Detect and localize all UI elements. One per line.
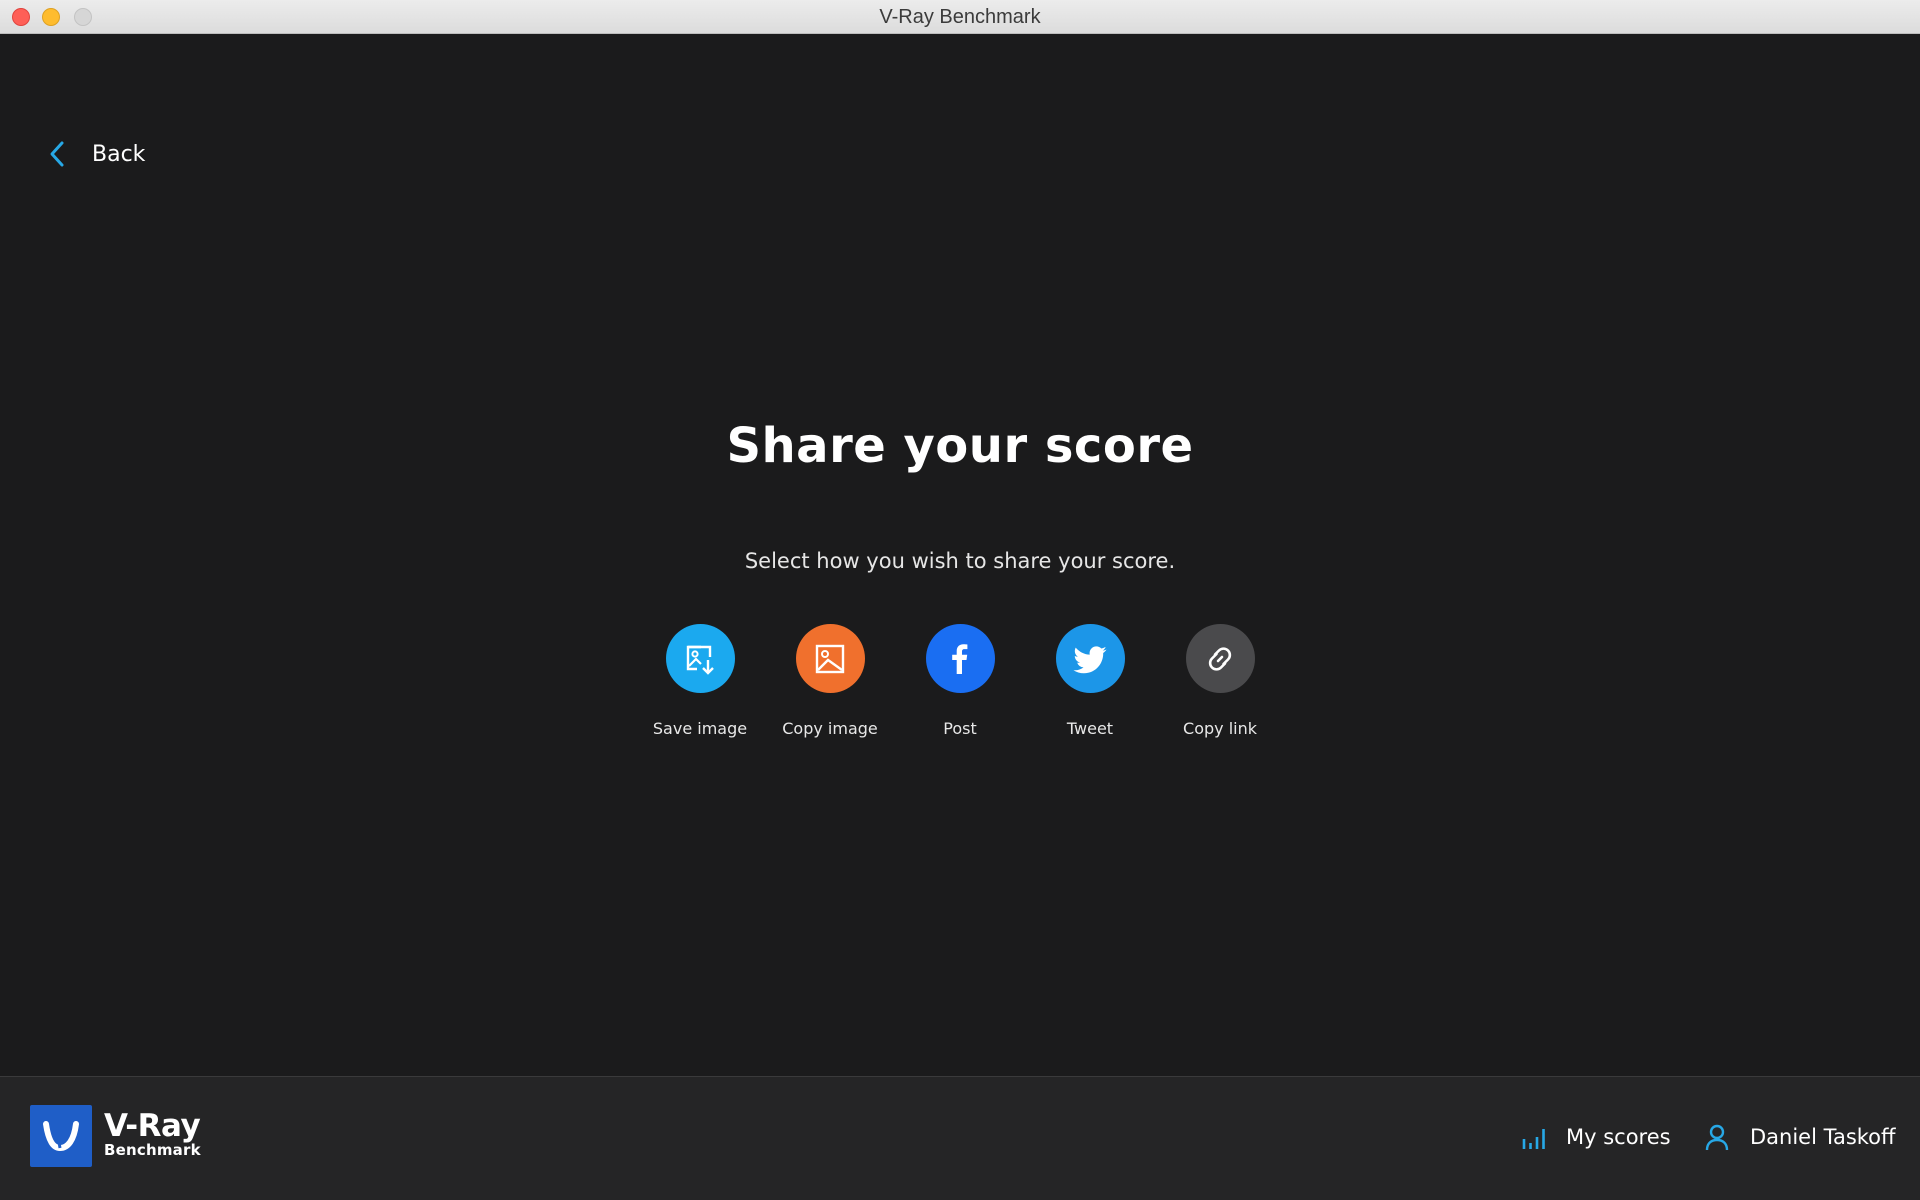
save-image-button[interactable]: Save image [635, 624, 765, 738]
logo-subtitle: Benchmark [104, 1141, 201, 1159]
page-subtitle: Select how you wish to share your score. [744, 549, 1176, 573]
back-label: Back [92, 141, 146, 167]
link-icon [1208, 646, 1232, 671]
my-scores-label: My scores [1566, 1125, 1671, 1149]
app-window: V-Ray Benchmark Back Share your score Se… [0, 0, 1920, 1200]
facebook-post-circle[interactable] [925, 624, 995, 693]
vray-logo [30, 1105, 92, 1167]
chevron-left-icon [50, 141, 64, 167]
facebook-post-button[interactable]: Post [895, 624, 1025, 738]
share-options: Save image Copy image Post Tweet Copy li… [0, 624, 1920, 738]
copy-image-label: Copy image [782, 719, 878, 738]
image-download-icon [686, 645, 714, 675]
logo-title: V-Ray [104, 1108, 201, 1144]
title-bar: V-Ray Benchmark [0, 0, 1920, 34]
copy-image-button[interactable]: Copy image [765, 624, 895, 738]
copy-link-circle[interactable] [1185, 624, 1255, 693]
save-image-label: Save image [652, 719, 748, 738]
user-name-label: Daniel Taskoff [1750, 1125, 1896, 1149]
window-title: V-Ray Benchmark [879, 6, 1041, 28]
tweet-label: Tweet [1066, 719, 1114, 738]
copy-link-button[interactable]: Copy link [1155, 624, 1285, 738]
my-scores-link[interactable]: My scores [1520, 1121, 1671, 1153]
user-account-link[interactable]: Daniel Taskoff [1704, 1121, 1896, 1153]
copy-link-label: Copy link [1183, 719, 1257, 738]
facebook-icon [952, 643, 968, 674]
back-button[interactable]: Back [46, 136, 145, 172]
footer-bar: V-Ray Benchmark My scores Daniel Taskoff [0, 1076, 1920, 1200]
post-label: Post [943, 719, 977, 738]
image-icon [815, 644, 845, 673]
twitter-icon [1073, 645, 1107, 673]
user-icon [1705, 1124, 1729, 1151]
vray-logo-icon [43, 1121, 79, 1152]
logo-wordmark: V-Ray Benchmark [104, 1108, 201, 1160]
save-image-circle[interactable] [665, 624, 735, 693]
bar-chart-icon [1522, 1129, 1545, 1149]
page-title: Share your score [726, 418, 1194, 474]
tweet-circle[interactable] [1055, 624, 1125, 693]
copy-image-circle[interactable] [795, 624, 865, 693]
tweet-button[interactable]: Tweet [1025, 624, 1155, 738]
